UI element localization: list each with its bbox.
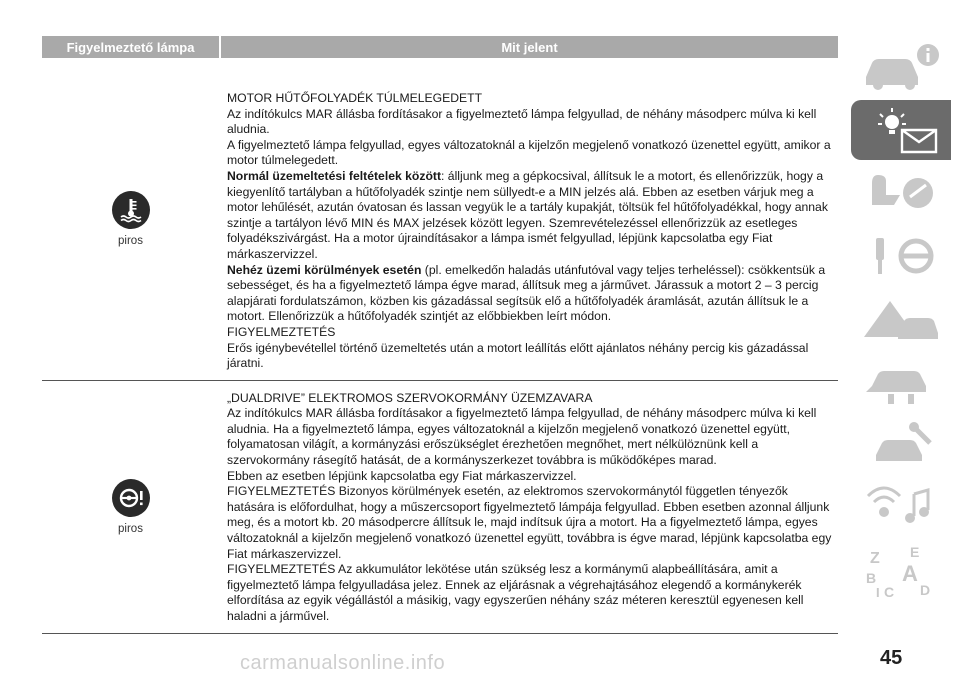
sidebar-tab-car-info[interactable] xyxy=(851,37,951,97)
index-letter: D xyxy=(920,582,930,598)
paragraph: A figyelmeztető lámpa felgyullad, egyes … xyxy=(227,137,831,168)
table-row-coolant: piros MOTOR HŰTŐFOLYADÉK TÚLMELEGEDETT A… xyxy=(42,58,838,381)
warning-triangle-car-icon xyxy=(864,301,938,339)
header-warning-lamp: Figyelmeztető lámpa xyxy=(42,36,221,58)
warning-lights-table: Figyelmeztető lámpa Mit jelent piros MOT… xyxy=(42,36,838,634)
index-letter: E xyxy=(910,544,919,560)
sidebar-tab-maintenance[interactable] xyxy=(851,352,951,412)
signal-music-icon xyxy=(866,486,930,523)
sidebar-tab-warning-lights[interactable] xyxy=(851,100,951,160)
meaning-cell: MOTOR HŰTŐFOLYADÉK TÚLMELEGEDETT Az indí… xyxy=(219,58,838,380)
index-letter: Z xyxy=(870,550,880,567)
sidebar-tab-starting-driving[interactable] xyxy=(851,226,951,286)
bold-lead: Normál üzemeltetési feltételek között xyxy=(227,168,442,183)
sidebar-tab-safety[interactable] xyxy=(851,163,951,223)
row-title: MOTOR HŰTŐFOLYADÉK TÚLMELEGEDETT xyxy=(227,91,483,105)
table-row-steering: piros „DUALDRIVE” ELEKTROMOS SZERVOKORMÁ… xyxy=(42,381,838,634)
sidebar-tab-multimedia[interactable] xyxy=(851,478,951,538)
coolant-temperature-icon xyxy=(111,190,150,229)
meaning-cell: „DUALDRIVE” ELEKTROMOS SZERVOKORMÁNY ÜZE… xyxy=(219,381,838,633)
wrench-car-icon xyxy=(876,422,932,461)
chapter-sidebar: Z E A B C D I xyxy=(851,37,951,604)
icon-cell: piros xyxy=(42,58,219,380)
row-title: „DUALDRIVE” ELEKTROMOS SZERVOKORMÁNY ÜZE… xyxy=(227,390,593,405)
icon-color-caption: piros xyxy=(118,522,143,535)
page-number: 45 xyxy=(880,647,903,669)
warning-light-envelope-icon xyxy=(878,108,938,154)
warning-title: FIGYELMEZTETÉS xyxy=(227,324,336,339)
paragraph: Nehéz üzemi körülmények esetén (pl. emel… xyxy=(227,263,838,325)
child-seat-icon xyxy=(872,175,933,208)
icon-color-caption: piros xyxy=(118,234,143,247)
header-meaning: Mit jelent xyxy=(501,39,558,55)
index-letters-icon: Z E A B C D I xyxy=(866,544,930,599)
paragraph: Az indítókulcs MAR állásba fordításakor … xyxy=(227,106,817,137)
paragraph: Az indítókulcs MAR állásba fordításakor … xyxy=(227,406,817,468)
index-letter: B xyxy=(866,570,876,586)
paragraph: Ebben az esetben lépjünk kapcsolatba egy… xyxy=(227,468,577,483)
car-info-icon xyxy=(866,44,939,90)
paragraph: FIGYELMEZTETÉS Bizonyos körülmények eset… xyxy=(227,484,832,561)
icon-cell: piros xyxy=(42,381,219,633)
sidebar-tab-emergency[interactable] xyxy=(851,289,951,349)
car-lift-icon xyxy=(866,371,926,404)
index-letter: A xyxy=(902,561,918,586)
key-steering-wheel-icon xyxy=(876,238,934,274)
paragraph: Normál üzemeltetési feltételek között: á… xyxy=(227,169,838,263)
index-letter: C xyxy=(884,584,894,599)
paragraph: FIGYELMEZTETÉS Az akkumulátor lekötése u… xyxy=(227,562,804,623)
index-letter: I xyxy=(876,585,880,599)
steering-warning-icon xyxy=(111,478,150,517)
table-header: Figyelmeztető lámpa Mit jelent xyxy=(42,36,838,58)
watermark: carmanualsonline.info xyxy=(240,652,446,674)
bold-lead: Nehéz üzemi körülmények esetén xyxy=(227,262,422,277)
sidebar-tab-technical-data[interactable] xyxy=(851,415,951,475)
warning-text: Erős igénybevétellel történő üzemeltetés… xyxy=(227,340,809,371)
sidebar-tab-index[interactable]: Z E A B C D I xyxy=(851,541,951,601)
